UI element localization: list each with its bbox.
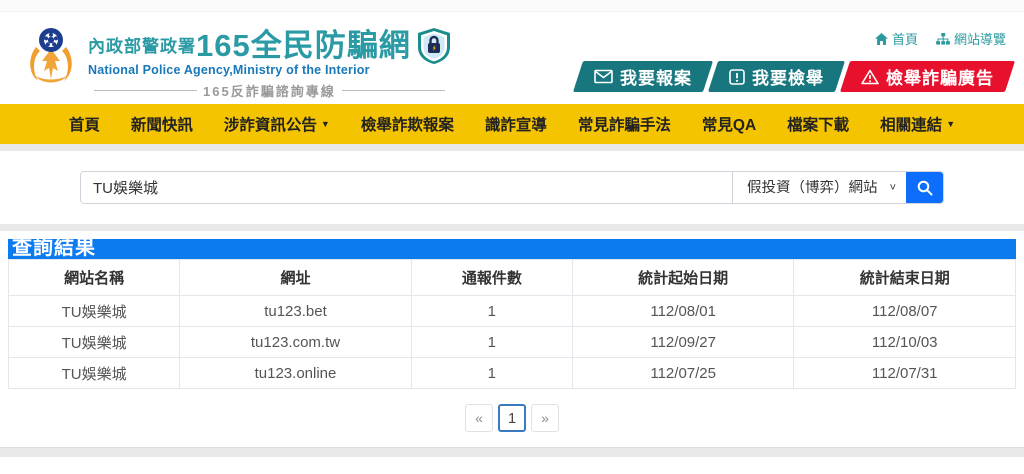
header-right: 首頁 網站導覽 我要報案 我要檢舉 檢舉詐騙廣告 xyxy=(572,12,1016,104)
cell-report-count: 1 xyxy=(410,295,573,327)
envelope-icon xyxy=(594,69,613,84)
nav-item-news[interactable]: 新聞快訊 xyxy=(131,113,193,135)
cell-report-count: 1 xyxy=(410,357,573,389)
cell-end-date: 112/07/31 xyxy=(793,357,1016,389)
divider xyxy=(0,144,1024,151)
report-case-button[interactable]: 我要報案 xyxy=(572,61,714,92)
nav-item-awareness[interactable]: 識詐宣導 xyxy=(485,113,547,135)
report-fraud-ad-button[interactable]: 檢舉詐騙廣告 xyxy=(839,61,1016,92)
home-icon xyxy=(875,32,888,45)
nav-item-faq[interactable]: 常見QA xyxy=(702,113,756,135)
cell-url: tu123.bet xyxy=(179,295,412,327)
nav-item-downloads[interactable]: 檔案下載 xyxy=(787,113,849,135)
exclamation-square-icon xyxy=(729,68,745,85)
divider xyxy=(0,224,1024,231)
cell-site-name: TU娛樂城 xyxy=(7,326,181,358)
report-fraud-ad-label: 檢舉詐騙廣告 xyxy=(886,69,994,88)
pagination-next-button[interactable]: » xyxy=(531,404,559,432)
sitemap-link[interactable]: 網站導覽 xyxy=(936,29,1006,48)
category-select[interactable]: 假投資（博弈）網站 xyxy=(733,172,906,203)
nav-item-report-fraud[interactable]: 檢舉詐欺報案 xyxy=(361,113,454,135)
table-row: TU娛樂城 tu123.bet 1 112/08/01 112/08/07 xyxy=(7,295,1016,327)
police-emblem-icon xyxy=(30,28,72,83)
cell-site-name: TU娛樂城 xyxy=(7,295,181,327)
file-complaint-label: 我要檢舉 xyxy=(752,69,824,88)
pagination: « 1 » xyxy=(8,404,1016,432)
top-strip xyxy=(0,0,1024,12)
col-header-end-date: 統計結束日期 xyxy=(793,259,1016,296)
home-link-label: 首頁 xyxy=(891,32,918,47)
chevron-down-icon: ▼ xyxy=(320,119,330,129)
category-select-wrap: 假投資（博弈）網站 ˅ xyxy=(732,172,906,203)
results-title: 查詢結果 xyxy=(12,237,96,259)
cell-end-date: 112/08/07 xyxy=(793,295,1016,327)
search-input-group: 假投資（博弈）網站 ˅ xyxy=(80,171,944,204)
nav-item-fraud-info[interactable]: 涉詐資訊公告 ▼ xyxy=(224,113,330,135)
nav-item-related-links[interactable]: 相關連結 ▼ xyxy=(880,113,955,135)
cell-start-date: 112/09/27 xyxy=(571,326,795,358)
table-row: TU娛樂城 tu123.online 1 112/07/25 112/07/31 xyxy=(7,357,1016,389)
col-header-url: 網址 xyxy=(179,259,412,296)
agency-name: 內政部警政署 xyxy=(88,37,196,56)
results-section: 查詢結果 網站名稱 網址 通報件數 統計起始日期 統計結束日期 TU娛樂城 tu… xyxy=(0,231,1024,447)
hotline-text: 165反詐騙諮詢專線 xyxy=(203,84,336,99)
divider xyxy=(0,447,1024,457)
pagination-page-1-button[interactable]: 1 xyxy=(498,404,526,432)
nav-item-home[interactable]: 首頁 xyxy=(69,113,100,135)
warning-triangle-icon xyxy=(861,69,879,84)
col-header-report-count: 通報件數 xyxy=(410,259,573,296)
cell-site-name: TU娛樂城 xyxy=(7,357,181,389)
report-case-label: 我要報案 xyxy=(620,69,692,88)
file-complaint-button[interactable]: 我要檢舉 xyxy=(707,61,846,92)
home-link[interactable]: 首頁 xyxy=(875,29,918,48)
sitemap-icon xyxy=(936,32,950,45)
cell-start-date: 112/07/25 xyxy=(571,357,795,389)
chevron-down-icon: ▼ xyxy=(946,119,956,129)
table-header-row: 網站名稱 網址 通報件數 統計起始日期 統計結束日期 xyxy=(7,259,1016,296)
col-header-start-date: 統計起始日期 xyxy=(571,259,795,296)
search-input[interactable] xyxy=(81,172,732,203)
search-icon xyxy=(917,180,932,195)
sitemap-link-label: 網站導覽 xyxy=(953,32,1006,47)
cell-start-date: 112/08/01 xyxy=(571,295,795,327)
divider xyxy=(341,90,445,91)
pagination-prev-button[interactable]: « xyxy=(465,404,493,432)
hotline-banner: 165反詐騙諮詢專線 xyxy=(88,81,451,100)
site-logo[interactable]: 內政部警政署 165全民防騙網 National Police Agency,M… xyxy=(22,12,451,104)
main-nav: 首頁 新聞快訊 涉詐資訊公告 ▼ 檢舉詐欺報案 識詐宣導 常見詐騙手法 常見QA … xyxy=(0,104,1024,144)
table-row: TU娛樂城 tu123.com.tw 1 112/09/27 112/10/03 xyxy=(7,326,1016,358)
cell-url: tu123.online xyxy=(179,357,412,389)
search-button[interactable] xyxy=(906,172,943,203)
footer-spacer xyxy=(0,457,1024,473)
cell-end-date: 112/10/03 xyxy=(793,326,1016,358)
cell-report-count: 1 xyxy=(410,326,573,358)
security-shield-icon xyxy=(417,28,450,64)
divider xyxy=(94,90,198,91)
col-header-site-name: 網站名稱 xyxy=(7,259,181,296)
cell-url: tu123.com.tw xyxy=(179,326,412,358)
results-title-bar: 查詢結果 xyxy=(8,237,1016,259)
site-title: 165全民防騙網 xyxy=(196,28,411,63)
results-table: 網站名稱 網址 通報件數 統計起始日期 統計結束日期 TU娛樂城 tu123.b… xyxy=(7,259,1016,389)
search-section: 假投資（博弈）網站 ˅ xyxy=(0,151,1024,224)
quick-links: 首頁 網站導覽 xyxy=(875,29,1006,48)
action-buttons: 我要報案 我要檢舉 檢舉詐騙廣告 xyxy=(572,61,1016,92)
site-header: 內政部警政署 165全民防騙網 National Police Agency,M… xyxy=(0,12,1024,104)
nav-item-common-scams[interactable]: 常見詐騙手法 xyxy=(578,113,671,135)
agency-name-english: National Police Agency,Ministry of the I… xyxy=(88,63,370,77)
